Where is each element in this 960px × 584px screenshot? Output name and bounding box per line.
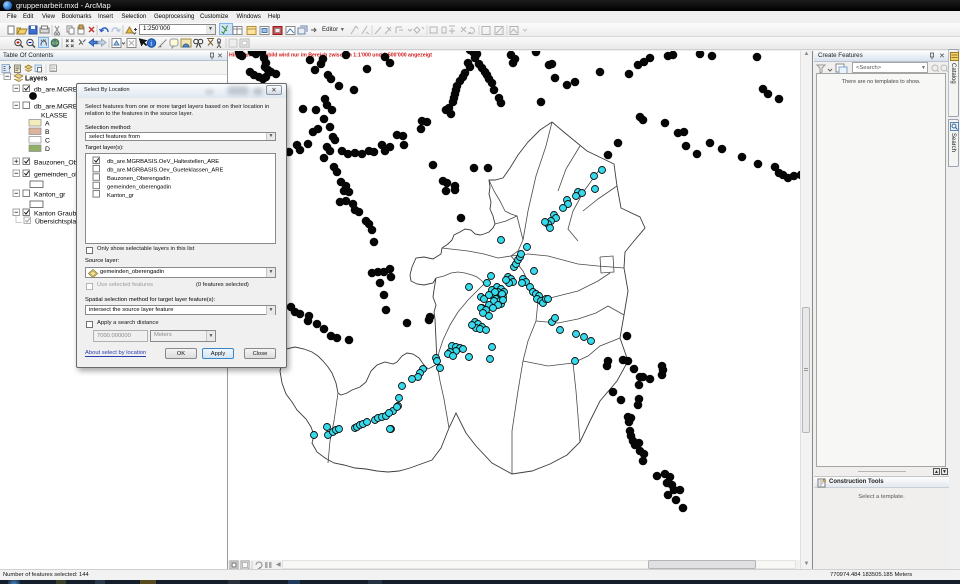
svg-text:A: A xyxy=(45,121,50,128)
svg-text:Übersichtsplan: Übersichtsplan xyxy=(35,218,80,226)
svg-text:Bauzonen_Oberengadin: Bauzonen_Oberengadin xyxy=(107,176,170,182)
svg-text:i: i xyxy=(150,40,152,48)
svg-text:D: D xyxy=(45,146,50,153)
svg-text:B: B xyxy=(45,129,50,136)
svg-text:db_are.MGRBASIS.OeV_Haltestell: db_are.MGRBASIS.OeV_Haltestellen_ARE xyxy=(107,159,219,165)
svg-text:C: C xyxy=(45,138,50,145)
svg-text:Layers: Layers xyxy=(25,76,48,83)
svg-text:KLASSE: KLASSE xyxy=(41,113,68,120)
svg-text:Kanton_gr: Kanton_gr xyxy=(107,193,134,199)
svg-text:gemeinden_oberengadin: gemeinden_oberengadin xyxy=(107,184,171,190)
svg-text:db_are.MGRBASIS.Oev_Gueteklass: db_are.MGRBASIS.Oev_Gueteklassen_ARE xyxy=(107,168,223,174)
svg-text:Kanton_gr: Kanton_gr xyxy=(34,192,66,199)
